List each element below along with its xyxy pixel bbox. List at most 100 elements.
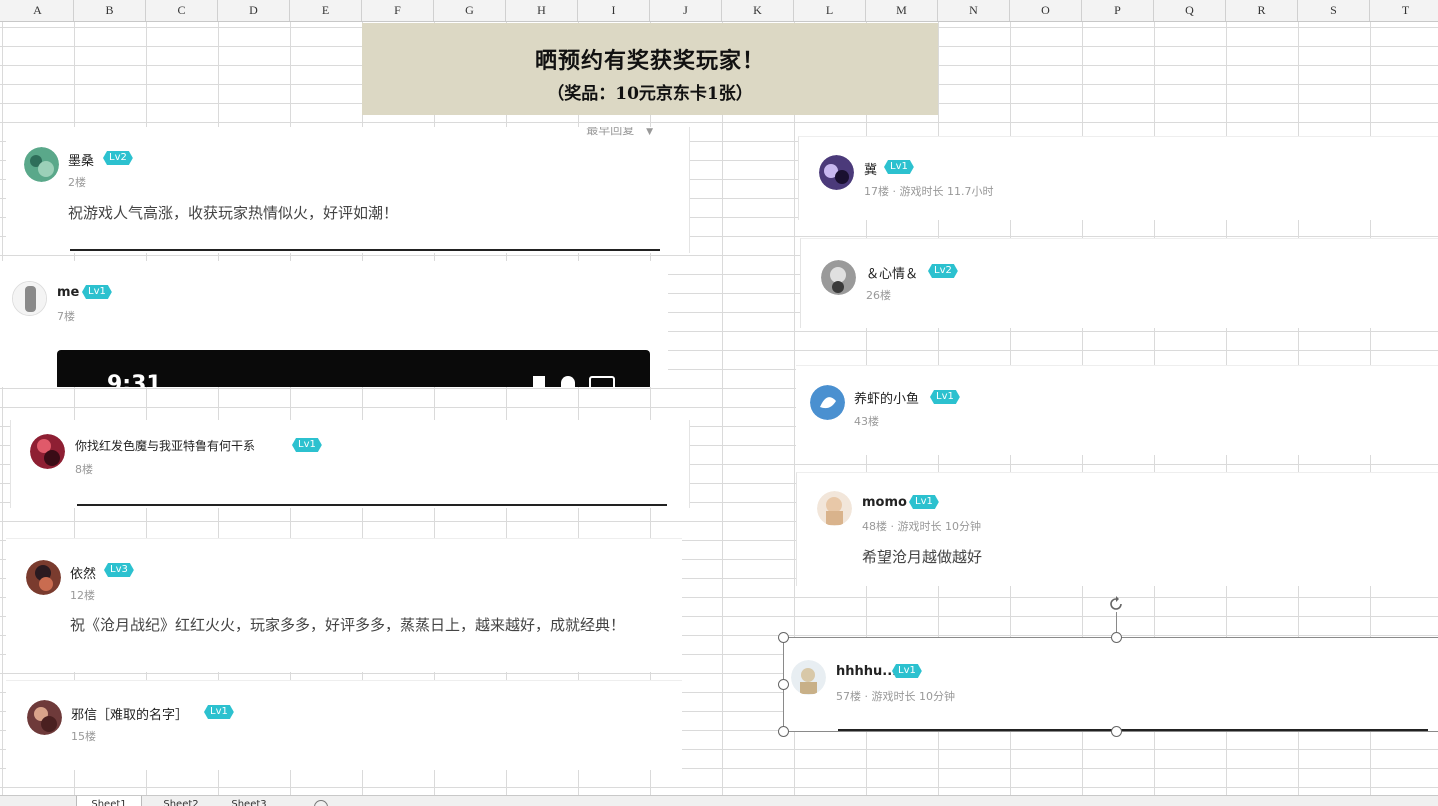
signal-icon [533, 376, 545, 387]
avatar[interactable] [810, 385, 845, 420]
avatar[interactable] [12, 281, 47, 316]
username[interactable]: 依然 [70, 563, 96, 582]
level-badge: Lv3 [104, 563, 134, 577]
floor-meta: 17楼 · 游戏时长 11.7小时 [864, 185, 994, 198]
username[interactable]: 邪信［难取的名字］ [71, 704, 188, 723]
username[interactable]: 墨桑 [68, 150, 94, 169]
column-header[interactable]: F [362, 0, 434, 21]
username[interactable]: 养虾的小鱼 [854, 388, 919, 407]
resize-handle-top-left[interactable] [778, 632, 789, 643]
column-header[interactable]: D [218, 0, 290, 21]
avatar-image [810, 385, 845, 420]
rotate-handle-icon[interactable] [1106, 594, 1126, 614]
battery-icon [589, 376, 615, 387]
column-header[interactable]: T [1370, 0, 1438, 21]
avatar-image [24, 147, 59, 182]
level-badge: Lv1 [292, 438, 322, 452]
floor-number: 15楼 [71, 730, 96, 743]
wifi-icon [561, 376, 575, 387]
chevron-down-icon: ▼ [646, 127, 653, 137]
level-badge: Lv2 [103, 151, 133, 165]
avatar[interactable] [817, 491, 852, 526]
comment-card-8[interactable]: 你找红发色魔与我亚特鲁有何干系 Lv1 8楼 [10, 420, 690, 508]
resize-handle-middle-left[interactable] [778, 679, 789, 690]
column-header[interactable]: O [1010, 0, 1082, 21]
column-header[interactable]: G [434, 0, 506, 21]
avatar[interactable] [27, 700, 62, 735]
column-header[interactable]: S [1298, 0, 1370, 21]
comment-text: 祝《沧月战纪》红红火火，玩家多多，好评多多，蒸蒸日上，越来越好，成就经典！ [70, 616, 626, 634]
avatar-image [819, 155, 854, 190]
phone-time: 9:31 [107, 372, 162, 387]
column-header[interactable]: N [938, 0, 1010, 21]
column-header[interactable]: M [866, 0, 938, 21]
avatar[interactable] [819, 155, 854, 190]
comment-card-2[interactable]: 最早回复 ▼ 墨桑 Lv2 2楼 祝游戏人气高涨，收获玩家热情似火，好评如潮！ [6, 127, 690, 253]
comment-text: 希望沧月越做越好 [862, 548, 983, 566]
add-sheet-icon[interactable] [314, 800, 328, 806]
floor-number: 2楼 [68, 176, 86, 189]
column-header[interactable]: P [1082, 0, 1154, 21]
comment-card-7[interactable]: me Lv1 7楼 9:31 [0, 261, 668, 387]
image-edge [77, 504, 667, 506]
column-header[interactable]: K [722, 0, 794, 21]
floor-number: 7楼 [57, 310, 75, 323]
resize-handle-bottom-middle[interactable] [1111, 726, 1122, 737]
comment-text: 祝游戏人气高涨，收获玩家热情似火，好评如潮！ [68, 204, 399, 222]
avatar-image [26, 560, 61, 595]
sort-label: 最早回复 [586, 127, 635, 137]
column-header[interactable]: Q [1154, 0, 1226, 21]
banner-subtitle: （奖品：10元京东卡1张） [547, 84, 753, 104]
level-badge: Lv1 [82, 285, 112, 299]
level-badge: Lv1 [204, 705, 234, 719]
award-banner[interactable]: 晒预约有奖获奖玩家！ （奖品：10元京东卡1张） [362, 23, 938, 115]
selection-frame [783, 637, 1438, 732]
sheet-tab-bar: Sheet1 Sheet2 Sheet3 [0, 795, 1438, 806]
column-header[interactable]: E [290, 0, 362, 21]
column-header[interactable]: R [1226, 0, 1298, 21]
column-header[interactable]: L [794, 0, 866, 21]
comment-card-26[interactable]: ＆心情＆ Lv2 26楼 [800, 238, 1438, 328]
username[interactable]: 冀 [864, 159, 877, 178]
image-edge [70, 249, 660, 251]
floor-meta: 43楼 [854, 415, 879, 428]
level-badge: Lv1 [884, 160, 914, 174]
column-header[interactable]: B [74, 0, 146, 21]
resize-handle-top-middle[interactable] [1111, 632, 1122, 643]
level-badge: Lv1 [909, 495, 939, 509]
username[interactable]: momo [862, 495, 907, 510]
column-header[interactable]: A [2, 0, 74, 21]
avatar-image [817, 491, 852, 526]
sort-dropdown[interactable]: 最早回复 ▼ [586, 127, 653, 138]
comment-card-17[interactable]: 冀 Lv1 17楼 · 游戏时长 11.7小时 [798, 136, 1438, 220]
comment-card-43[interactable]: 养虾的小鱼 Lv1 43楼 [796, 365, 1438, 455]
column-header[interactable]: C [146, 0, 218, 21]
avatar-image [13, 282, 46, 315]
level-badge: Lv1 [930, 390, 960, 404]
avatar-image [30, 434, 65, 469]
floor-number: 8楼 [75, 463, 93, 476]
username[interactable]: ＆心情＆ [866, 263, 918, 282]
column-header[interactable]: J [650, 0, 722, 21]
avatar[interactable] [26, 560, 61, 595]
username[interactable]: me [57, 285, 79, 300]
floor-meta: 48楼 · 游戏时长 10分钟 [862, 520, 981, 533]
level-badge: Lv2 [928, 264, 958, 278]
comment-card-12[interactable]: 依然 Lv3 12楼 祝《沧月战纪》红红火火，玩家多多，好评多多，蒸蒸日上，越来… [6, 538, 682, 672]
comment-card-15[interactable]: 邪信［难取的名字］ Lv1 15楼 [6, 680, 682, 770]
floor-number: 12楼 [70, 589, 95, 602]
avatar[interactable] [821, 260, 856, 295]
column-headers: ABCDEFGHIJKLMNOPQRST [0, 0, 1438, 22]
avatar-image [821, 260, 856, 295]
avatar[interactable] [24, 147, 59, 182]
floor-meta: 26楼 [866, 289, 891, 302]
avatar[interactable] [30, 434, 65, 469]
column-header[interactable]: I [578, 0, 650, 21]
attached-screenshot[interactable]: 9:31 [57, 350, 650, 387]
avatar-image [27, 700, 62, 735]
column-header[interactable]: H [506, 0, 578, 21]
resize-handle-bottom-left[interactable] [778, 726, 789, 737]
username[interactable]: 你找红发色魔与我亚特鲁有何干系 [75, 437, 255, 454]
banner-title: 晒预约有奖获奖玩家！ [534, 48, 765, 74]
comment-card-48[interactable]: momo Lv1 48楼 · 游戏时长 10分钟 希望沧月越做越好 [796, 472, 1438, 586]
